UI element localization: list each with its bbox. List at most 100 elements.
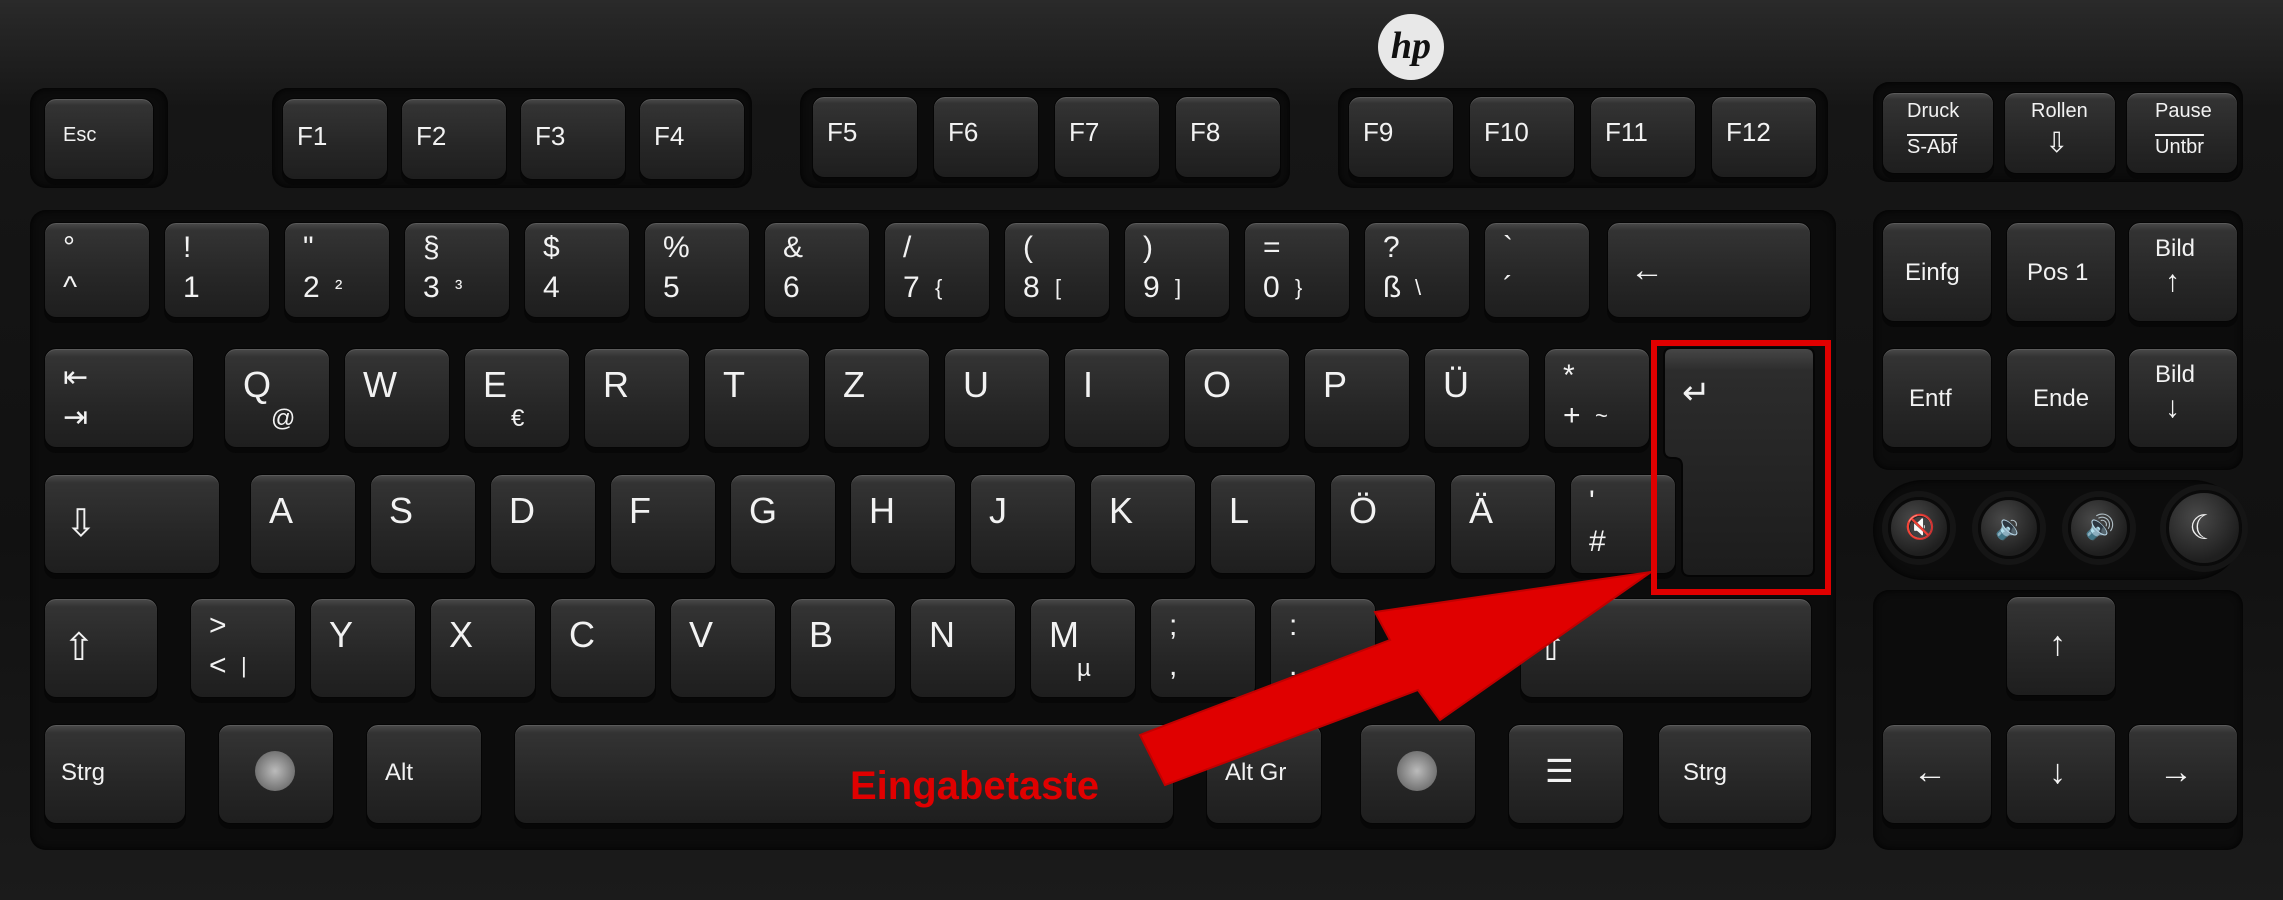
- key-row3-7[interactable]: K: [1090, 474, 1196, 574]
- key-row1-11[interactable]: ? ß \: [1364, 222, 1470, 318]
- key-row4-4[interactable]: V: [670, 598, 776, 698]
- alt-gr-key[interactable]: Alt Gr: [1206, 724, 1322, 824]
- f8-key[interactable]: F8: [1175, 96, 1281, 178]
- key-row2-3[interactable]: R: [584, 348, 690, 448]
- arrow-right-key[interactable]: →: [2128, 724, 2238, 824]
- delete-key[interactable]: Entf: [1882, 348, 1992, 448]
- home-key[interactable]: Pos 1: [2006, 222, 2116, 322]
- key-row1-12[interactable]: ` ´: [1484, 222, 1590, 318]
- key-row1-10[interactable]: = 0}: [1244, 222, 1350, 318]
- key-row4-9[interactable]: :.: [1270, 598, 1376, 698]
- left-alt-key[interactable]: Alt: [366, 724, 482, 824]
- top-legend: ): [1143, 231, 1153, 264]
- menu-key[interactable]: ☰: [1508, 724, 1624, 824]
- key-row3-6[interactable]: J: [970, 474, 1076, 574]
- right-ctrl-key[interactable]: Strg: [1658, 724, 1812, 824]
- f1-key[interactable]: F1: [282, 98, 388, 180]
- backspace-key[interactable]: ←: [1607, 222, 1811, 318]
- altgr-legend: €: [511, 405, 525, 432]
- arrow-down-key[interactable]: ↓: [2006, 724, 2116, 824]
- key-row2-5[interactable]: Z: [824, 348, 930, 448]
- key-row4-6[interactable]: N: [910, 598, 1016, 698]
- context-menu-icon: ☰: [1545, 753, 1574, 789]
- key-row1-4[interactable]: $4: [524, 222, 630, 318]
- altgr-legend: @: [271, 405, 296, 432]
- f11-key[interactable]: F11: [1590, 96, 1696, 178]
- scroll-lock-key[interactable]: Rollen ⇩: [2004, 92, 2116, 174]
- key-row3-8[interactable]: L: [1210, 474, 1316, 574]
- key-row2-2[interactable]: E €: [464, 348, 570, 448]
- mute-button[interactable]: 🔇: [1888, 497, 1950, 559]
- key-row4-1[interactable]: Y: [310, 598, 416, 698]
- key-row1-6[interactable]: & 6: [764, 222, 870, 318]
- right-windows-key[interactable]: [1360, 724, 1476, 824]
- esc-key[interactable]: Esc: [44, 98, 154, 180]
- key-row2-0[interactable]: Q @: [224, 348, 330, 448]
- arrow-left-key[interactable]: ←: [1882, 724, 1992, 824]
- key-row1-2[interactable]: " 2 ²: [284, 222, 390, 318]
- f9-key[interactable]: F9: [1348, 96, 1454, 178]
- f12-key[interactable]: F12: [1711, 96, 1817, 178]
- f5-key[interactable]: F5: [812, 96, 918, 178]
- insert-key[interactable]: Einfg: [1882, 222, 1992, 322]
- left-ctrl-key[interactable]: Strg: [44, 724, 186, 824]
- volume-up-button[interactable]: 🔊: [2068, 497, 2130, 559]
- main-legend: L: [1229, 490, 1250, 531]
- f2-key[interactable]: F2: [401, 98, 507, 180]
- key-row2-10[interactable]: Ü: [1424, 348, 1530, 448]
- main-legend: Ö: [1349, 490, 1378, 531]
- key-row2-6[interactable]: U: [944, 348, 1050, 448]
- page-up-key[interactable]: Bild ↑: [2128, 222, 2238, 322]
- key-row3-2[interactable]: D: [490, 474, 596, 574]
- key-row1-1[interactable]: ! 1: [164, 222, 270, 318]
- print-screen-key[interactable]: Druck S-Abf: [1882, 92, 1994, 174]
- key-row1-9[interactable]: ) 9]: [1124, 222, 1230, 318]
- f4-key[interactable]: F4: [639, 98, 745, 180]
- key-row4-7[interactable]: Mµ: [1030, 598, 1136, 698]
- key-row3-3[interactable]: F: [610, 474, 716, 574]
- key-row3-0[interactable]: A: [250, 474, 356, 574]
- key-row2-1[interactable]: W: [344, 348, 450, 448]
- key-row2-7[interactable]: I: [1064, 348, 1170, 448]
- pause-key[interactable]: Pause Untbr: [2126, 92, 2238, 174]
- right-shift-key[interactable]: ⇧: [1520, 598, 1812, 698]
- left-shift-key[interactable]: ⇧: [44, 598, 158, 698]
- volume-down-button[interactable]: 🔉: [1978, 497, 2040, 559]
- arrow-up-key[interactable]: ↑: [2006, 596, 2116, 696]
- key-row3-10[interactable]: Ä: [1450, 474, 1556, 574]
- key-row1-8[interactable]: (8 [: [1004, 222, 1110, 318]
- key-row2-9[interactable]: P: [1304, 348, 1410, 448]
- key-row1-7[interactable]: / 7 {: [884, 222, 990, 318]
- top-legend: /: [903, 231, 912, 264]
- key-row2-11[interactable]: * + ~: [1544, 348, 1650, 448]
- altgr-legend: }: [1295, 275, 1303, 300]
- bottom-legend: 4: [543, 271, 560, 304]
- key-row1-0[interactable]: ° ^: [44, 222, 150, 318]
- key-row4-2[interactable]: X: [430, 598, 536, 698]
- main-legend: Z: [843, 364, 865, 405]
- caps-lock-key[interactable]: ⇩: [44, 474, 220, 574]
- key-row3-5[interactable]: H: [850, 474, 956, 574]
- page-down-key[interactable]: Bild ↓: [2128, 348, 2238, 448]
- left-windows-key[interactable]: [218, 724, 334, 824]
- key-row2-8[interactable]: O: [1184, 348, 1290, 448]
- end-key[interactable]: Ende: [2006, 348, 2116, 448]
- key-row1-5[interactable]: % 5: [644, 222, 750, 318]
- sleep-button[interactable]: ☾: [2166, 490, 2242, 566]
- key-row3-9[interactable]: Ö: [1330, 474, 1436, 574]
- key-row4-0[interactable]: > < |: [190, 598, 296, 698]
- key-row4-8[interactable]: ;,: [1150, 598, 1256, 698]
- key-row4-3[interactable]: C: [550, 598, 656, 698]
- f7-key[interactable]: F7: [1054, 96, 1160, 178]
- tab-key[interactable]: ⇤ ⇥: [44, 348, 194, 448]
- left-ctrl-label: Strg: [61, 759, 106, 786]
- key-row3-4[interactable]: G: [730, 474, 836, 574]
- key-row1-3[interactable]: § 3 ³: [404, 222, 510, 318]
- f6-key[interactable]: F6: [933, 96, 1039, 178]
- altgr-legend: µ: [1077, 655, 1091, 682]
- f10-key[interactable]: F10: [1469, 96, 1575, 178]
- f3-key[interactable]: F3: [520, 98, 626, 180]
- key-row2-4[interactable]: T: [704, 348, 810, 448]
- key-row3-1[interactable]: S: [370, 474, 476, 574]
- key-row4-5[interactable]: B: [790, 598, 896, 698]
